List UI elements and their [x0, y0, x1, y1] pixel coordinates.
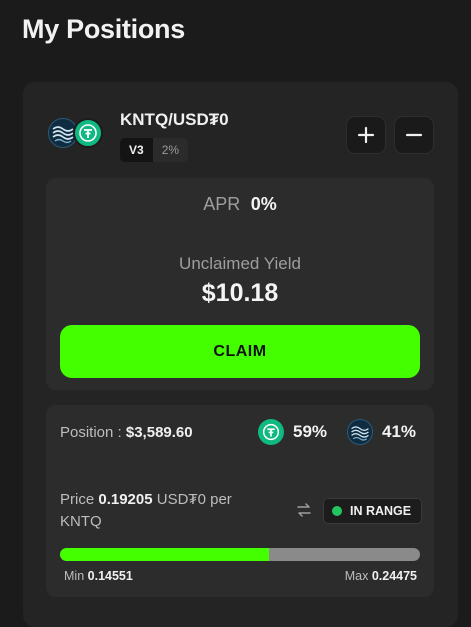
plus-icon: [357, 126, 375, 144]
minus-icon: [405, 133, 423, 137]
position-value: $3,589.60: [125, 424, 193, 441]
version-badge: V3: [120, 138, 153, 162]
kntq-token-icon: [347, 419, 373, 445]
apr-label: APR: [203, 194, 241, 214]
max-value: 0.24475: [371, 569, 417, 583]
yield-panel: APR 0% Unclaimed Yield $10.18 CLAIM: [46, 178, 434, 390]
claim-button[interactable]: CLAIM: [60, 325, 420, 378]
price-range-bar: [60, 548, 420, 561]
max-price: Max 0.24475: [345, 569, 417, 583]
kntq-share: 41%: [347, 419, 416, 445]
add-liquidity-button[interactable]: [346, 116, 386, 154]
apr-row: APR 0%: [46, 194, 434, 215]
page-title: My Positions: [22, 14, 185, 44]
pair-icons: [48, 116, 106, 150]
range-status-label: IN RANGE: [350, 504, 412, 518]
position-card: KNTQ/USD₮0 V3 2% APR 0% Unclaimed Yield …: [23, 82, 458, 627]
unclaimed-yield-label: Unclaimed Yield: [179, 254, 301, 273]
price-base: KNTQ: [60, 513, 102, 530]
in-range-dot: [332, 506, 342, 516]
kntq-share-value: 41%: [382, 422, 417, 441]
pair-name: KNTQ/USD₮0: [120, 110, 229, 129]
min-price: Min 0.14551: [64, 569, 133, 583]
position-panel: Position : $3,589.60 59% 41% Price 0.192…: [46, 405, 434, 597]
range-status-badge: IN RANGE: [323, 498, 423, 524]
position-value-row: Position : $3,589.60: [60, 424, 193, 441]
remove-liquidity-button[interactable]: [394, 116, 434, 154]
max-label: Max: [344, 569, 369, 583]
pool-badges: V3 2%: [120, 138, 189, 162]
price-value: 0.19205: [98, 491, 153, 508]
price-range-fill: [60, 548, 269, 561]
swap-arrows-icon[interactable]: [295, 501, 313, 519]
usdt0-token-icon: [258, 419, 284, 445]
apr-value: 0%: [250, 194, 277, 214]
min-value: 0.14551: [87, 569, 133, 583]
fee-badge: 2%: [152, 138, 189, 162]
usd-share: 59%: [258, 419, 327, 445]
min-label: Min: [64, 569, 85, 583]
price-quote: USD₮0 per: [156, 491, 232, 508]
unclaimed-yield-value: $10.18: [201, 279, 279, 307]
usd-share-value: 59%: [293, 422, 328, 441]
price-label: Price: [60, 491, 95, 508]
usdt0-token-icon: [73, 118, 103, 148]
current-price: Price 0.19205 USD₮0 per KNTQ: [60, 489, 285, 533]
position-label: Position :: [60, 424, 122, 441]
